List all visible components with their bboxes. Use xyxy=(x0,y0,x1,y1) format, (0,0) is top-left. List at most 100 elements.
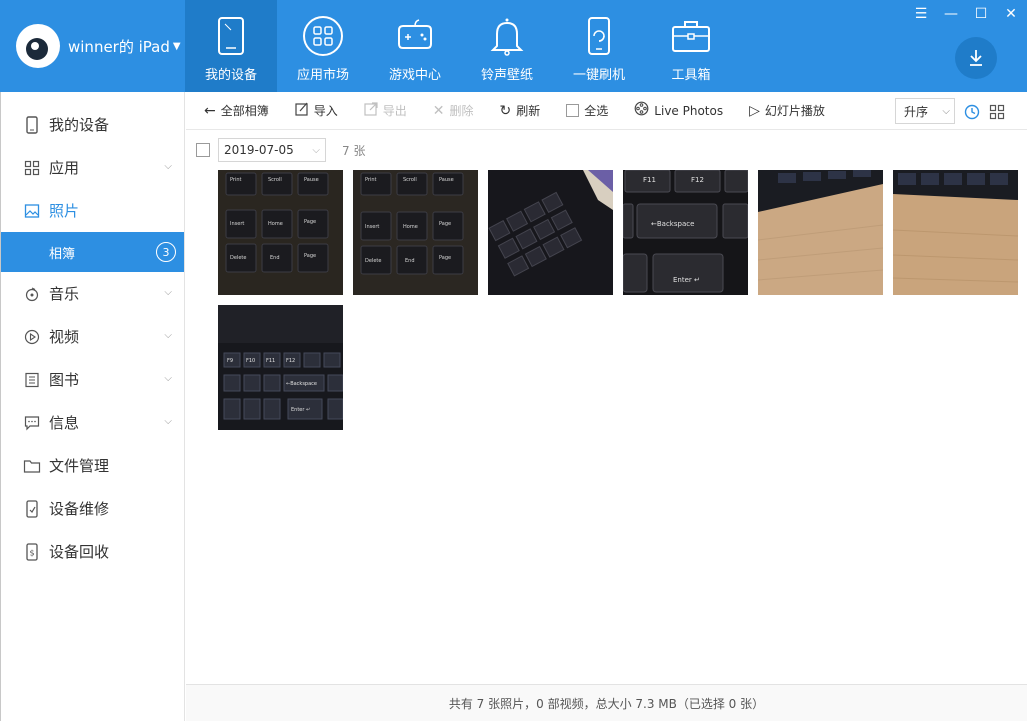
device-selector[interactable]: winner的 iPad ▼ xyxy=(0,0,185,92)
sidebar-item-repair[interactable]: 设备维修 xyxy=(1,487,184,530)
photo-thumbnail[interactable]: F11 F12 ←Backspace Enter ↵ xyxy=(623,170,748,295)
chevron-down-icon: ⌵ xyxy=(164,287,172,298)
photo-thumbnail[interactable] xyxy=(893,170,1018,295)
sort-order-select[interactable]: 升序 ⌵ xyxy=(895,98,955,124)
download-button[interactable] xyxy=(955,37,997,79)
status-bar: 共有 7 张照片，0 部视频，总大小 7.3 MB（已选择 0 张） xyxy=(186,684,1027,721)
grid-view-icon[interactable] xyxy=(989,104,1005,120)
chevron-down-icon: ⌵ xyxy=(164,161,172,172)
sidebar-item-apps[interactable]: 应用 ⌵ xyxy=(1,146,184,189)
itools-logo-icon xyxy=(16,24,60,68)
sidebar-item-recycle[interactable]: $ 设备回收 xyxy=(1,530,184,573)
device-name: winner的 iPad xyxy=(68,37,170,56)
sidebar-item-messages[interactable]: 信息 ⌵ xyxy=(1,401,184,444)
music-icon xyxy=(23,285,41,303)
group-select-checkbox[interactable] xyxy=(196,143,210,157)
svg-text:Page: Page xyxy=(304,253,316,259)
chevron-down-icon: ⌵ xyxy=(164,373,172,384)
slideshow-button[interactable]: ▷ 幻灯片播放 xyxy=(749,102,825,119)
sidebar-item-label: 设备维修 xyxy=(49,500,110,518)
live-photos-button[interactable]: Live Photos xyxy=(634,101,723,120)
sidebar-item-label: 图书 xyxy=(49,371,80,389)
svg-text:Insert: Insert xyxy=(230,221,244,227)
sidebar-item-photos[interactable]: 照片 xyxy=(1,189,184,232)
chevron-down-icon: ▼ xyxy=(172,40,181,52)
apps-icon xyxy=(23,159,41,177)
sidebar-item-my-device[interactable]: 我的设备 xyxy=(1,103,184,146)
clock-view-icon[interactable] xyxy=(964,104,980,120)
photo-thumbnail[interactable] xyxy=(488,170,613,295)
menu-icon[interactable]: ☰ xyxy=(913,6,929,22)
back-all-albums-button[interactable]: ← 全部相簿 xyxy=(204,102,269,119)
arrow-left-icon: ← xyxy=(204,102,216,119)
film-reel-icon xyxy=(634,101,649,120)
date-select[interactable]: 2019-07-05 ⌵ xyxy=(218,138,326,162)
export-button[interactable]: 导出 xyxy=(364,101,407,120)
svg-text:F12: F12 xyxy=(691,176,704,184)
photo-thumbnail[interactable]: F9 F10 F11 F12 ←Backspace Enter ↵ xyxy=(218,305,343,430)
photo-thumbnail[interactable] xyxy=(758,170,883,295)
svg-text:Pause: Pause xyxy=(304,177,319,183)
svg-text:Delete: Delete xyxy=(230,255,246,261)
svg-text:Print: Print xyxy=(365,177,377,183)
tab-my-device[interactable]: 我的设备 xyxy=(185,0,277,92)
tab-ringtones-wallpapers[interactable]: 铃声壁纸 xyxy=(461,0,553,92)
tab-label: 我的设备 xyxy=(204,68,257,83)
book-icon xyxy=(23,371,41,389)
close-icon[interactable]: ✕ xyxy=(1003,6,1019,22)
sidebar-item-label: 我的设备 xyxy=(49,116,110,134)
tool-label: 幻灯片播放 xyxy=(764,104,825,118)
export-icon xyxy=(364,101,378,120)
minimize-icon[interactable]: — xyxy=(943,6,959,22)
svg-text:Page: Page xyxy=(304,219,316,225)
toolbox-icon xyxy=(672,21,710,52)
photo-thumbnail[interactable]: Print Scroll Pause Insert Home Page Delete En… xyxy=(218,170,343,295)
tab-one-click-flash[interactable]: 一键刷机 xyxy=(553,0,645,92)
sidebar-item-label: 视频 xyxy=(49,328,80,346)
svg-text:End: End xyxy=(405,258,415,264)
tool-label: Live Photos xyxy=(654,103,724,118)
refresh-button[interactable]: ↻ 刷新 xyxy=(500,102,541,119)
svg-text:Page: Page xyxy=(439,221,451,227)
tab-label: 游戏中心 xyxy=(388,68,441,83)
svg-text:$: $ xyxy=(29,548,34,557)
tab-app-market[interactable]: 应用市场 xyxy=(277,0,369,92)
top-bar: winner的 iPad ▼ 我的设备 应用市场 游戏中心 铃声壁纸 一键刷机 … xyxy=(0,0,1027,92)
svg-text:F9: F9 xyxy=(227,358,233,364)
svg-text:End: End xyxy=(270,255,280,261)
window-controls: ☰ — ☐ ✕ xyxy=(913,6,1019,22)
svg-text:Enter ↵: Enter ↵ xyxy=(291,407,310,413)
chevron-down-icon: ⌵ xyxy=(312,144,320,156)
import-button[interactable]: 导入 xyxy=(295,102,338,120)
svg-text:Pause: Pause xyxy=(439,177,454,183)
sidebar-item-file-manager[interactable]: 文件管理 xyxy=(1,444,184,487)
checkbox-icon xyxy=(566,104,580,117)
status-summary: 共有 7 张照片，0 部视频，总大小 7.3 MB（已选择 0 张） xyxy=(448,696,765,711)
video-icon xyxy=(23,328,41,346)
sidebar: 我的设备 应用 ⌵ 照片 相簿 3 音乐 ⌵ 视频 ⌵ 图书 ⌵ 信息 ⌵ 文件… xyxy=(0,92,185,721)
photo-icon xyxy=(23,202,41,220)
svg-text:F10: F10 xyxy=(246,358,255,364)
maximize-icon[interactable]: ☐ xyxy=(973,6,989,22)
sidebar-item-label: 音乐 xyxy=(49,285,80,303)
delete-button[interactable]: ✕ 删除 xyxy=(433,102,474,119)
select-all-checkbox[interactable]: 全选 xyxy=(566,102,608,119)
svg-text:F11: F11 xyxy=(643,176,656,184)
sidebar-item-music[interactable]: 音乐 ⌵ xyxy=(1,272,184,315)
sidebar-item-label: 设备回收 xyxy=(49,543,110,561)
photo-thumbnail[interactable]: Print Scroll Pause Insert Home Page Delete En… xyxy=(353,170,478,295)
sidebar-item-label: 信息 xyxy=(49,414,80,432)
sidebar-item-books[interactable]: 图书 ⌵ xyxy=(1,358,184,401)
import-icon xyxy=(295,102,309,120)
svg-text:Home: Home xyxy=(403,224,418,230)
refresh-icon: ↻ xyxy=(499,102,512,119)
sidebar-item-video[interactable]: 视频 ⌵ xyxy=(1,315,184,358)
sidebar-item-albums[interactable]: 相簿 3 xyxy=(1,232,184,272)
tab-game-center[interactable]: 游戏中心 xyxy=(369,0,461,92)
svg-text:Delete: Delete xyxy=(365,258,381,264)
date-group-header: 2019-07-05 ⌵ 7 张 xyxy=(196,138,365,162)
svg-text:F11: F11 xyxy=(266,358,275,364)
tab-toolbox[interactable]: 工具箱 xyxy=(645,0,737,92)
svg-text:Scroll: Scroll xyxy=(268,177,282,183)
sidebar-item-label: 应用 xyxy=(49,159,80,177)
